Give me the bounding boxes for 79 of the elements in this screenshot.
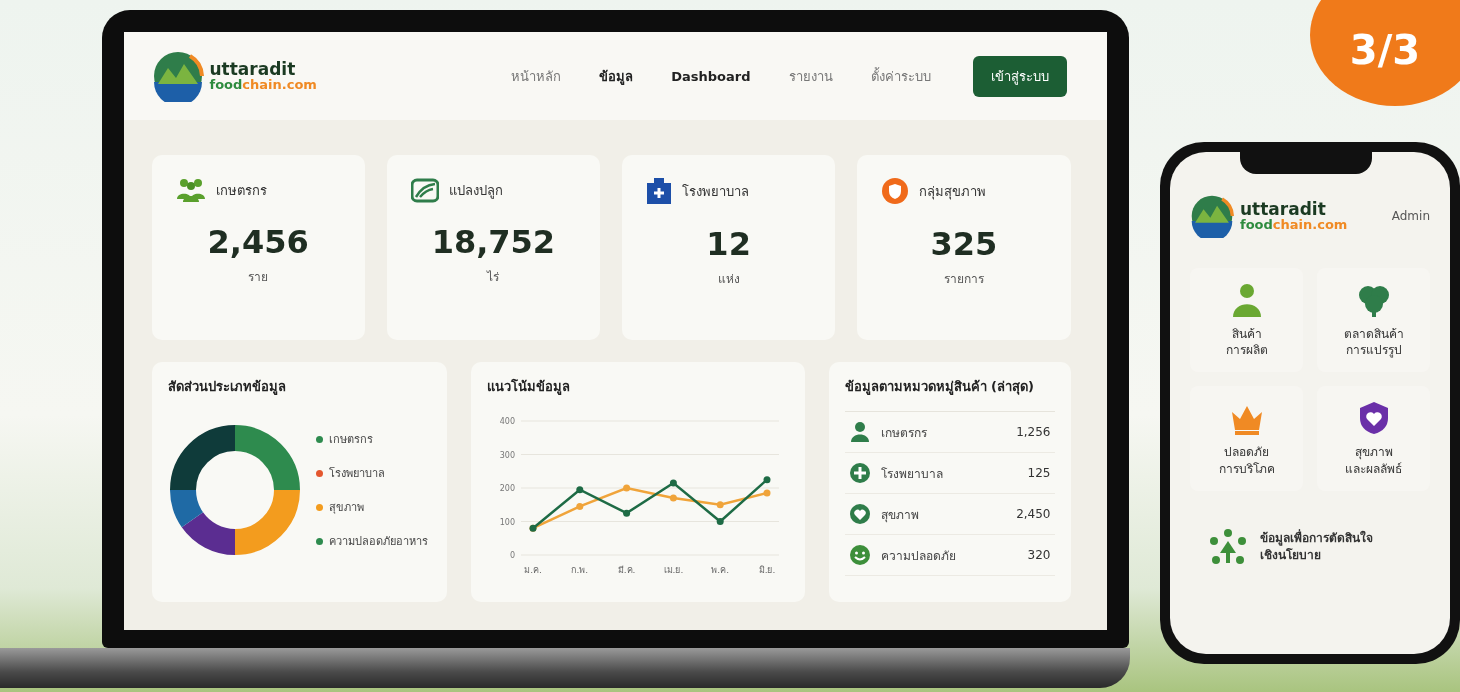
row-value: 125 xyxy=(1027,466,1051,480)
logo-domain: foodchain.com xyxy=(1240,218,1348,231)
x-tick-label: มี.ค. xyxy=(617,565,635,575)
field-icon xyxy=(410,177,439,203)
point xyxy=(763,489,770,497)
nav-link[interactable]: Dashboard xyxy=(669,64,753,88)
x-tick-label: ม.ค. xyxy=(523,565,542,575)
y-tick-label: 300 xyxy=(499,450,515,460)
point xyxy=(575,502,583,510)
stat-value: 12 xyxy=(706,225,751,263)
x-tick-label: เม.ย. xyxy=(663,565,683,575)
point xyxy=(716,501,724,509)
point xyxy=(669,494,677,502)
badge-icon xyxy=(881,177,910,205)
stat-unit: ไร่ xyxy=(487,269,500,286)
stat-unit: รายการ xyxy=(943,271,984,288)
row-value: 1,256 xyxy=(1016,425,1051,439)
tile-label: ปลอดภัย การบริโภค xyxy=(1218,444,1275,477)
row-label: สุขภาพ xyxy=(880,506,919,524)
row-value: 2,450 xyxy=(1016,507,1051,521)
plus-circle-icon xyxy=(848,462,871,484)
tile-label: สินค้า การผลิต xyxy=(1225,326,1268,359)
x-tick-label: มิ.ย. xyxy=(758,565,775,575)
panel-title: สัดส่วนประเภทข้อมูล xyxy=(167,379,286,394)
stat-label: โรงพยาบาล xyxy=(682,182,749,201)
point xyxy=(622,509,630,517)
logo-domain: foodchain.com xyxy=(209,78,317,91)
row-label: โรงพยาบาล xyxy=(880,465,943,483)
menu-tile[interactable]: สินค้า การผลิต xyxy=(1190,268,1303,373)
menu-tile[interactable]: ตลาดสินค้า การแปรรูป xyxy=(1317,268,1430,373)
menu-tile[interactable]: ปลอดภัย การบริโภค xyxy=(1190,386,1303,491)
legend-label: ความปลอดภัยอาหาร xyxy=(328,534,428,550)
row-value: 320 xyxy=(1027,548,1051,562)
person-icon xyxy=(848,421,871,443)
point xyxy=(763,476,770,484)
x-tick-label: พ.ค. xyxy=(710,565,729,575)
logo-name: uttaradit xyxy=(209,61,297,78)
point xyxy=(575,486,583,494)
tile-label: สุขภาพ และผลลัพธ์ xyxy=(1345,444,1402,477)
y-tick-label: 200 xyxy=(499,484,515,493)
point xyxy=(622,484,630,492)
stat-unit: ราย xyxy=(248,269,269,286)
menu-tile[interactable]: สุขภาพ และผลลัพธ์ xyxy=(1317,386,1430,491)
stat-unit: แห่ง xyxy=(717,271,740,288)
nav-link[interactable]: ตั้งค่าระบบ xyxy=(868,61,933,91)
row-label: เกษตรกร xyxy=(880,424,927,442)
people-icon xyxy=(175,177,206,203)
footer-label[interactable]: ข้อมูลเพื่อการตัดสินใจ เชิงนโยบาย xyxy=(1260,529,1373,564)
stat-label: เกษตรกร xyxy=(215,181,267,200)
stat-value: 325 xyxy=(930,225,998,263)
login-button[interactable]: เข้าสู่ระบบ xyxy=(972,55,1067,97)
logo-emblem-icon xyxy=(1190,194,1234,238)
point xyxy=(716,518,724,525)
legend-label: โรงพยาบาล xyxy=(328,466,385,482)
x-tick-label: ก.พ. xyxy=(570,565,588,575)
row-label: ความปลอดภัย xyxy=(880,547,956,565)
nav-link[interactable]: หน้าหลัก xyxy=(509,61,564,91)
panel-title: แนวโน้มข้อมูล xyxy=(486,379,570,394)
page-badge: 3/3 xyxy=(1310,0,1460,106)
tile-label: ตลาดสินค้า การแปรรูป xyxy=(1343,326,1404,359)
panel-title: ข้อมูลตามหมวดหมู่สินค้า (ล่าสุด) xyxy=(844,379,1034,394)
y-tick-label: 100 xyxy=(499,517,515,527)
legend-label: เกษตรกร xyxy=(328,432,373,448)
stat-value: 2,456 xyxy=(207,223,309,261)
nav-link[interactable]: รายงาน xyxy=(786,61,835,91)
logo-name: uttaradit xyxy=(1240,201,1327,218)
people-network-icon xyxy=(1208,526,1248,567)
y-tick-label: 0 xyxy=(509,551,515,560)
stat-label: แปลงปลูก xyxy=(448,181,503,201)
y-tick-label: 400 xyxy=(499,417,515,426)
legend-label: สุขภาพ xyxy=(328,500,364,516)
smiley-icon xyxy=(848,544,871,566)
point xyxy=(669,479,677,487)
hospital-icon xyxy=(646,177,672,205)
user-label[interactable]: Admin xyxy=(1391,209,1430,223)
stat-label: กลุ่มสุขภาพ xyxy=(919,182,987,202)
stat-value: 18,752 xyxy=(431,223,556,261)
logo-emblem-icon xyxy=(151,50,204,102)
nav-link[interactable]: ข้อมูล xyxy=(597,61,636,91)
